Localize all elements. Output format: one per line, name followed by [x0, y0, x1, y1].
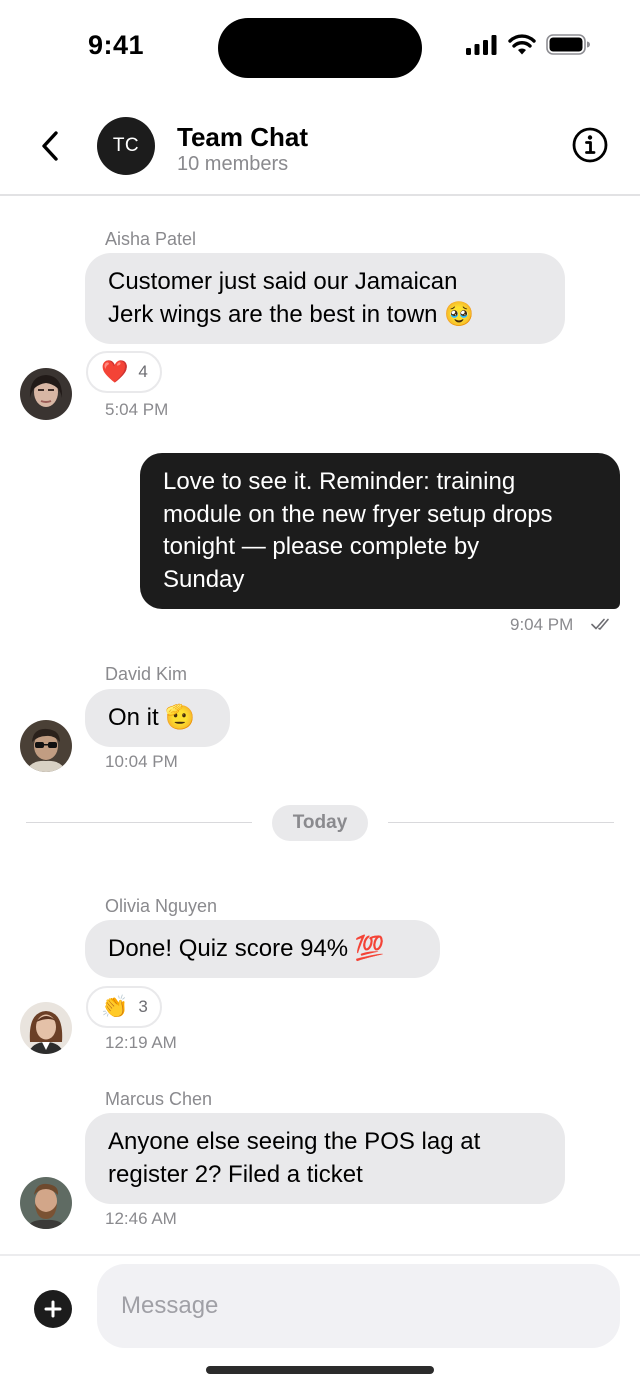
message-line: register 2? Filed a ticket: [108, 1160, 363, 1188]
reaction-chip[interactable]: 👏 3: [86, 986, 162, 1028]
message-line: tonight — please complete by: [163, 533, 480, 560]
avatar[interactable]: [20, 368, 72, 420]
message-line: Anyone else seeing the POS lag at: [108, 1128, 481, 1155]
message-input[interactable]: [97, 1264, 620, 1348]
battery-icon: [546, 34, 590, 55]
chevron-left-icon: [42, 131, 58, 161]
avatar-photo-david: [20, 720, 72, 772]
reaction-chip[interactable]: ❤️ 4: [86, 351, 162, 393]
message-line: On it 🫡: [108, 704, 196, 731]
sender-name: David Kim: [105, 664, 188, 684]
chat-header: TC Team Chat 10 members: [0, 96, 640, 196]
wifi-icon: [508, 34, 536, 55]
info-button[interactable]: [571, 126, 609, 164]
status-time: 9:41: [88, 30, 145, 60]
message-bubble[interactable]: Done! Quiz score 94% 💯: [85, 920, 440, 978]
outgoing-message-bubble[interactable]: Love to see it. Reminder: training modul…: [140, 453, 620, 609]
message-line: Love to see it. Reminder: training: [163, 468, 516, 495]
back-button[interactable]: [30, 124, 70, 168]
avatar[interactable]: [20, 1177, 72, 1229]
avatar-photo-olivia: [20, 1002, 72, 1054]
sender-name: Olivia Nguyen: [105, 896, 218, 916]
avatar[interactable]: [20, 720, 72, 772]
divider-line-right: [388, 822, 614, 823]
group-avatar[interactable]: TC: [97, 117, 155, 175]
status-bar: 9:41: [0, 0, 640, 96]
dynamic-island: [218, 18, 422, 78]
avatar-photo-marcus: [20, 1177, 72, 1229]
heart-reaction-icon: ❤️: [101, 359, 129, 384]
info-icon: [572, 127, 608, 163]
cellular-signal-icon: [466, 34, 497, 55]
sender-name: Marcus Chen: [105, 1089, 213, 1109]
home-indicator: [206, 1366, 434, 1374]
member-count: 10 members: [177, 153, 289, 175]
message-timestamp: 10:04 PM: [105, 752, 178, 771]
message-bubble[interactable]: Customer just said our Jamaican Jerk win…: [85, 253, 565, 344]
add-attachment-button[interactable]: [34, 1290, 72, 1328]
reaction-count: 3: [138, 997, 148, 1016]
divider-line-left: [26, 822, 252, 823]
message-line: module on the new fryer setup drops: [163, 500, 553, 528]
message-line: Jerk wings are the best in town 🥹: [108, 300, 475, 328]
message-timestamp: 12:19 AM: [105, 1033, 177, 1052]
message-timestamp: 12:46 AM: [105, 1209, 177, 1228]
avatar[interactable]: [20, 1002, 72, 1054]
sender-name: Aisha Patel: [105, 229, 197, 249]
message-line: Sunday: [163, 565, 245, 593]
status-icons: [466, 34, 590, 55]
message-bubble[interactable]: Anyone else seeing the POS lag at regist…: [85, 1113, 565, 1204]
reaction-count: 4: [138, 362, 148, 381]
message-timestamp: 5:04 PM: [105, 400, 169, 419]
composer: [0, 1254, 640, 1387]
chat-title[interactable]: Team Chat: [177, 122, 308, 153]
message-bubble[interactable]: On it 🫡: [85, 689, 230, 747]
clap-reaction-icon: 👏: [101, 994, 129, 1019]
avatar-photo-aisha: [20, 368, 72, 420]
message-timestamp: 9:04 PM: [510, 615, 574, 634]
plus-icon: [44, 1300, 62, 1318]
date-divider: Today: [272, 805, 368, 841]
read-receipt-icon: [591, 618, 609, 630]
message-line: Customer just said our Jamaican: [108, 268, 458, 295]
message-line: Done! Quiz score 94% 💯: [108, 935, 385, 962]
